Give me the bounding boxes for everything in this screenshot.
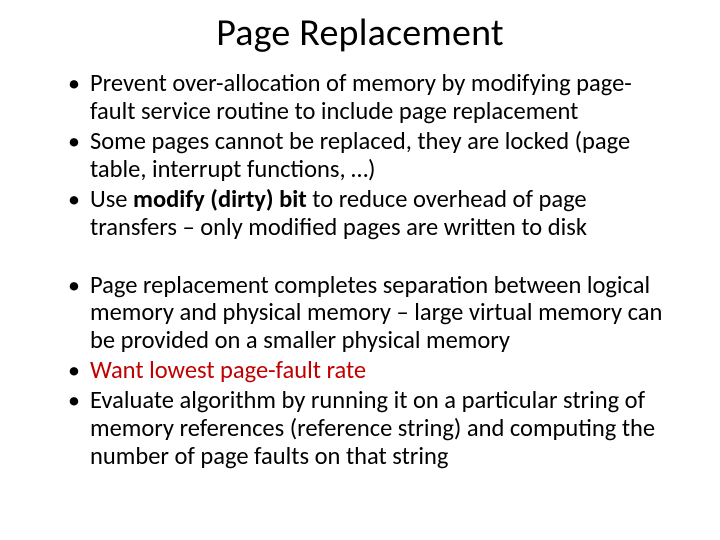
list-item: Evaluate algorithm by running it on a pa… <box>68 387 672 471</box>
bullet-text: Page replacement completes separation be… <box>90 270 662 356</box>
bullet-text: Some pages cannot be replaced, they are … <box>90 126 630 184</box>
list-item: Prevent over-allocation of memory by mod… <box>68 70 672 126</box>
bullet-text-highlight: Want lowest page-fault rate <box>90 355 366 385</box>
page-title: Page Replacement <box>40 10 680 56</box>
bullet-text-pre: Use <box>90 184 133 214</box>
list-item: Some pages cannot be replaced, they are … <box>68 128 672 184</box>
paragraph-gap <box>40 244 680 272</box>
bullet-text-bold: modify (dirty) bit <box>133 184 307 214</box>
list-item: Use modify (dirty) bit to reduce overhea… <box>68 186 672 242</box>
slide: Page Replacement Prevent over-allocation… <box>0 0 720 540</box>
bullet-list: Prevent over-allocation of memory by mod… <box>40 70 680 242</box>
list-item: Want lowest page-fault rate <box>68 357 672 385</box>
bullet-text: Evaluate algorithm by running it on a pa… <box>90 385 655 471</box>
list-item: Page replacement completes separation be… <box>68 272 672 356</box>
bullet-text: Prevent over-allocation of memory by mod… <box>90 68 632 126</box>
bullet-list: Page replacement completes separation be… <box>40 272 680 471</box>
